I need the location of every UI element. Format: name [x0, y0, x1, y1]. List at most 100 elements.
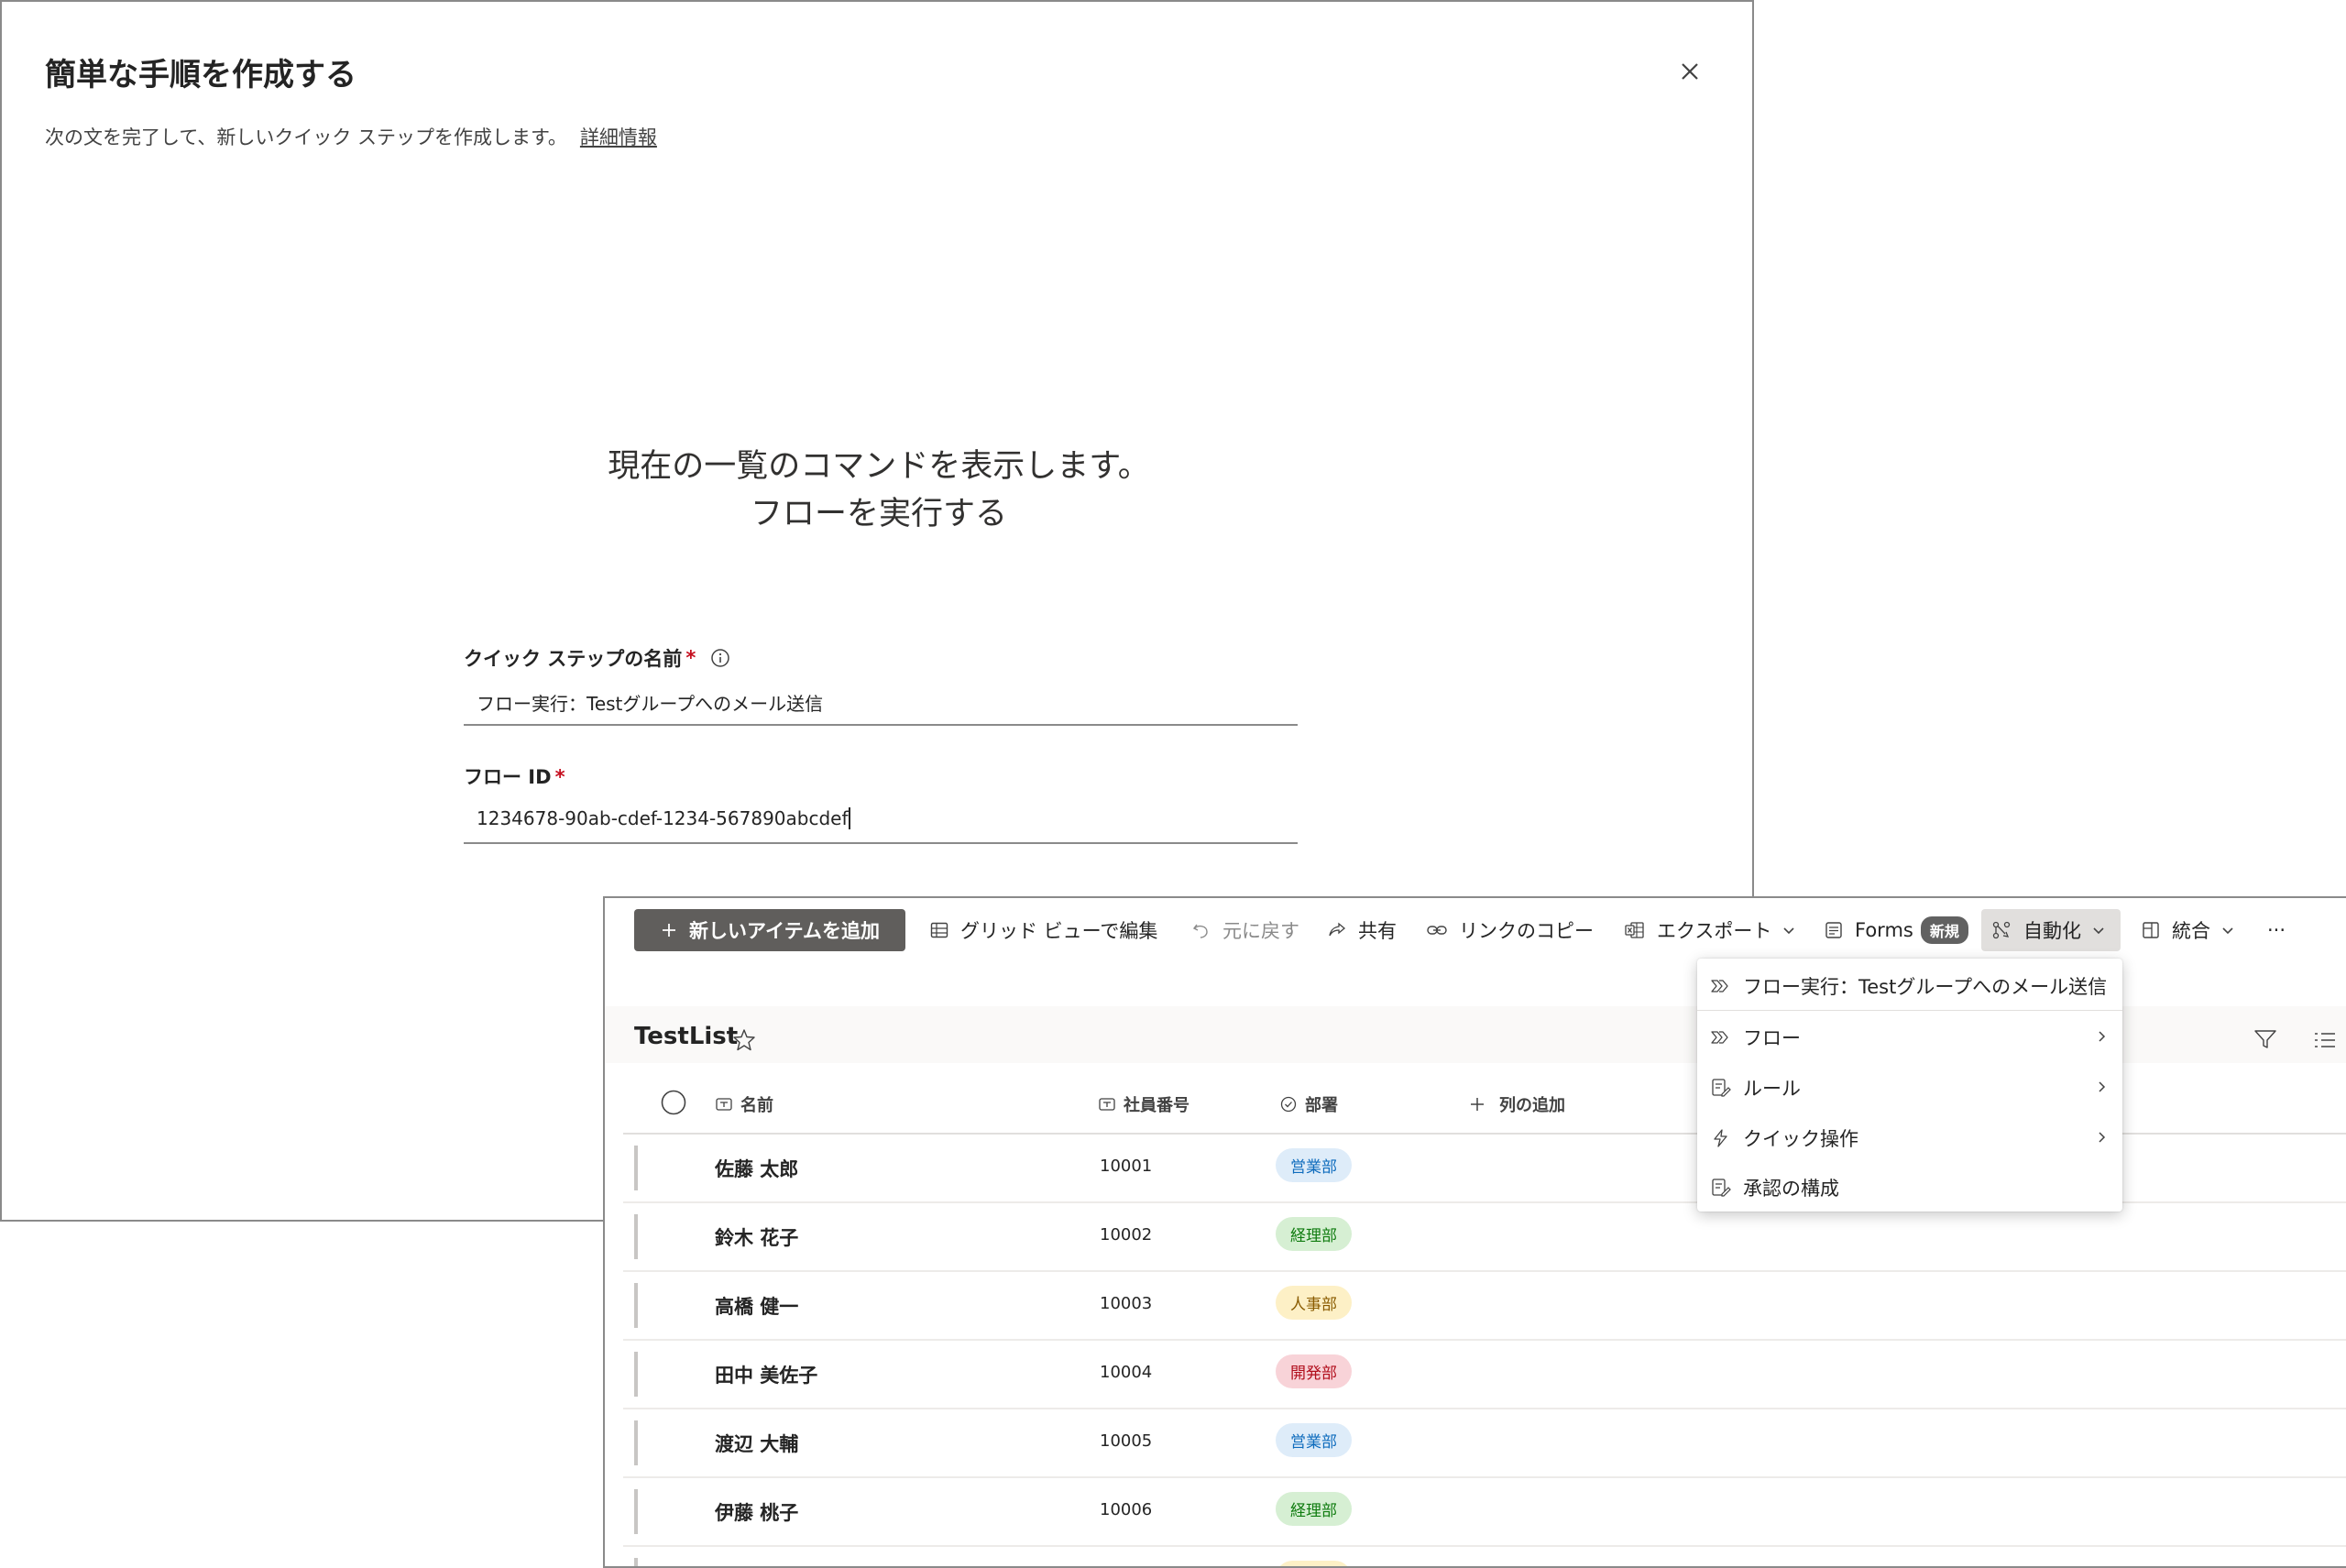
cell-employee-no: 10005: [1100, 1431, 1153, 1451]
dialog-subtitle: 次の文を完了して、新しいクイック ステップを作成します。 詳細情報: [45, 123, 657, 150]
menu-item-label: フロー: [1743, 1026, 1801, 1049]
flow-id-input[interactable]: 1234678-90ab-cdef-1234-567890abcdef: [464, 798, 1298, 844]
integrate-icon: [2143, 922, 2159, 938]
table-row[interactable]: 伊藤 桃子 10006 経理部: [623, 1478, 2346, 1547]
add-column-label: 列の追加: [1499, 1096, 1565, 1115]
close-icon[interactable]: [1673, 55, 1706, 88]
chevron-down-icon: [1783, 927, 1794, 935]
cell-name[interactable]: 田中 美佐子: [715, 1361, 817, 1388]
copy-link-label: リンクのコピー: [1459, 920, 1594, 942]
cell-employee-no: 10002: [1100, 1225, 1153, 1245]
grid-icon: [930, 922, 948, 938]
forms-button[interactable]: Forms 新規: [1824, 909, 1968, 951]
grid-view-edit-label: グリッド ビューで編集: [960, 920, 1158, 942]
forms-label: Forms: [1855, 919, 1913, 941]
cell-name[interactable]: 鈴木 花子: [715, 1223, 798, 1251]
add-column-button[interactable]: 列の追加: [1468, 1092, 1565, 1116]
plus-icon: [1471, 1098, 1484, 1111]
more-options-button[interactable]: ···: [2267, 909, 2286, 951]
cell-name[interactable]: 伊藤 桃子: [715, 1498, 798, 1526]
chevron-down-icon: [2222, 927, 2233, 935]
new-badge: 新規: [1920, 916, 1968, 944]
dialog-title: 簡単な手順を作成する: [45, 57, 356, 93]
command-bar: 新しいアイテムを追加 グリッド ビューで編集 元に戻す 共有 リンクのコピー エ…: [605, 898, 2346, 962]
export-button[interactable]: エクスポート: [1624, 909, 1797, 951]
cell-employee-no: 10006: [1100, 1500, 1153, 1519]
column-header-employee-no[interactable]: 社員番号: [1098, 1092, 1189, 1116]
menu-item-2[interactable]: フロー: [1697, 1012, 2122, 1062]
select-all-checkbox[interactable]: [660, 1089, 687, 1116]
share-icon: [1329, 922, 1346, 937]
table-row[interactable]: 渡辺 大輔 10005 営業部: [623, 1409, 2346, 1478]
chevron-right-icon: [2099, 1132, 2106, 1143]
command-description-line1: 現在の一覧のコマンドを表示します。: [608, 448, 1150, 485]
required-mark: *: [685, 647, 696, 669]
cell-name[interactable]: 渡辺 大輔: [715, 1430, 798, 1457]
filter-icon[interactable]: [2253, 1026, 2278, 1052]
text-caret: [848, 807, 850, 829]
command-description-line2: フローを実行する: [750, 496, 1007, 532]
quick-step-name-label-text: クイック ステップの名前: [464, 648, 683, 670]
lightning-icon: [1714, 1128, 1727, 1147]
automate-button[interactable]: 自動化: [1981, 909, 2121, 951]
menu-item-5[interactable]: 承認の構成: [1697, 1162, 2122, 1212]
required-mark: *: [554, 766, 565, 788]
cell-name[interactable]: 佐藤 太郎: [715, 1155, 798, 1182]
text-column-icon: [716, 1098, 732, 1111]
quick-step-name-value: フロー実行：Testグループへのメール送信: [477, 693, 824, 715]
menu-item-4[interactable]: クイック操作: [1697, 1113, 2122, 1163]
forms-icon: [1825, 922, 1842, 938]
flow-icon: [1711, 1030, 1728, 1044]
department-badge: 経理部: [1276, 1217, 1352, 1251]
plus-icon: [663, 924, 676, 937]
learn-more-link[interactable]: 詳細情報: [580, 126, 657, 148]
grid-view-edit-button[interactable]: グリッド ビューで編集: [929, 909, 1157, 951]
table-row[interactable]: 高橋 健一 10003 人事部: [623, 1272, 2346, 1341]
share-label: 共有: [1358, 920, 1397, 942]
department-badge: 人事部: [1276, 1286, 1352, 1320]
row-selection-bar: [634, 1352, 638, 1397]
menu-item-label: クイック操作: [1743, 1127, 1858, 1150]
share-button[interactable]: 共有: [1327, 909, 1397, 951]
cell-employee-no: 10001: [1100, 1157, 1153, 1176]
row-selection-bar: [634, 1420, 638, 1465]
info-icon[interactable]: [710, 648, 730, 668]
menu-item-label: フロー実行：Testグループへのメール送信: [1743, 975, 2108, 998]
table-row[interactable]: 田中 美佐子 10004 開発部: [623, 1341, 2346, 1409]
chevron-right-icon: [2099, 1081, 2106, 1092]
column-header-employee-no-label: 社員番号: [1124, 1096, 1189, 1115]
cell-name[interactable]: 高橋 健一: [715, 1292, 798, 1320]
automate-dropdown-menu: フロー実行：Testグループへのメール送信 フロールールクイック操作承認の構成: [1697, 959, 2122, 1212]
chevron-right-icon: [2099, 1031, 2106, 1042]
star-icon[interactable]: [731, 1027, 757, 1053]
add-new-item-button[interactable]: 新しいアイテムを追加: [634, 909, 905, 951]
row-selection-bar: [634, 1146, 638, 1190]
table-row[interactable]: 鈴木 花子 10002 経理部: [623, 1203, 2346, 1272]
cell-employee-no: 10003: [1100, 1294, 1153, 1313]
integrate-button[interactable]: 統合: [2141, 909, 2236, 951]
add-new-item-label: 新しいアイテムを追加: [689, 920, 880, 942]
automate-label: 自動化: [2023, 920, 2081, 942]
department-badge: 経理部: [1276, 1492, 1352, 1526]
menu-item-1[interactable]: フロー実行：Testグループへのメール送信: [1697, 960, 2122, 1011]
quick-step-name-input[interactable]: フロー実行：Testグループへのメール送信: [464, 680, 1298, 726]
view-options-icon[interactable]: [2311, 1028, 2337, 1054]
menu-item-3[interactable]: ルール: [1697, 1062, 2122, 1113]
row-selection-bar: [634, 1489, 638, 1534]
column-header-name[interactable]: 名前: [715, 1092, 773, 1116]
more-options-label: ···: [2267, 919, 2286, 941]
copy-link-button[interactable]: リンクのコピー: [1426, 909, 1594, 951]
menu-item-label: ルール: [1743, 1077, 1801, 1100]
rule-icon: [1712, 1078, 1731, 1097]
department-badge: 営業部: [1276, 1148, 1352, 1182]
table-row[interactable]: 中村 和也10007人事部: [623, 1547, 2346, 1566]
choice-column-icon: [1280, 1096, 1297, 1113]
quick-step-name-label: クイック ステップの名前 *: [464, 644, 730, 672]
column-header-department[interactable]: 部署: [1279, 1092, 1338, 1116]
link-icon: [1427, 926, 1447, 935]
export-label: エクスポート: [1657, 920, 1772, 942]
row-selection-bar: [634, 1558, 638, 1566]
undo-button[interactable]: 元に戻す: [1191, 909, 1299, 951]
flow-icon: [1711, 979, 1728, 992]
row-selection-bar: [634, 1214, 638, 1259]
